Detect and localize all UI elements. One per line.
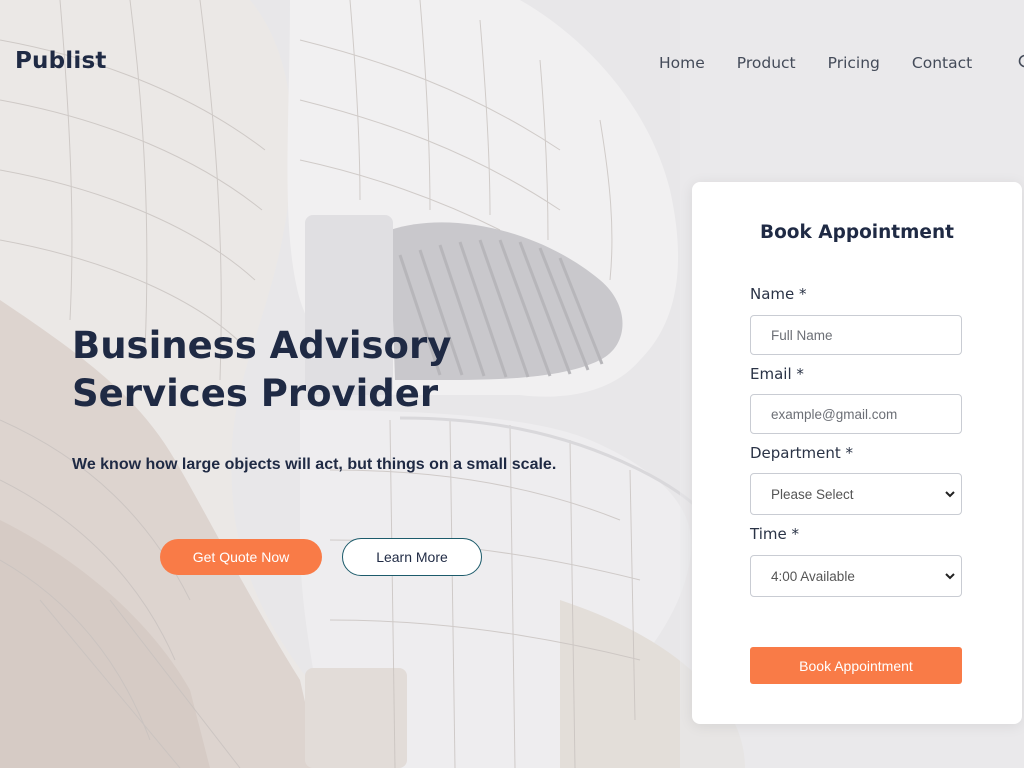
brand-logo[interactable]: Publist [15,48,107,74]
hero-title: Business Advisory Services Provider [72,324,452,415]
time-label: Time * [750,525,799,543]
search-icon[interactable] [1018,54,1024,70]
learn-more-button[interactable]: Learn More [342,538,482,576]
nav-pricing[interactable]: Pricing [828,54,880,76]
email-label: Email * [750,365,804,383]
name-label: Name * [750,285,807,303]
department-select-wrapper: Please Select [750,473,962,515]
department-select[interactable]: Please Select [750,473,962,515]
nav-home[interactable]: Home [659,54,705,76]
get-quote-button[interactable]: Get Quote Now [160,539,322,575]
form-title: Book Appointment [760,222,954,243]
main-nav: Home Product Pricing Contact [659,54,1024,76]
name-field[interactable] [750,315,962,355]
time-select-wrapper: 4:00 Available [750,555,962,597]
appointment-form: Book Appointment Name * Email * Departme… [692,182,1022,724]
department-label: Department * [750,444,854,462]
nav-contact[interactable]: Contact [912,54,972,76]
nav-product[interactable]: Product [737,54,796,76]
email-field[interactable] [750,394,962,434]
hero-subtitle: We know how large objects will act, but … [72,456,557,473]
time-select[interactable]: 4:00 Available [750,555,962,597]
book-appointment-button[interactable]: Book Appointment [750,647,962,684]
